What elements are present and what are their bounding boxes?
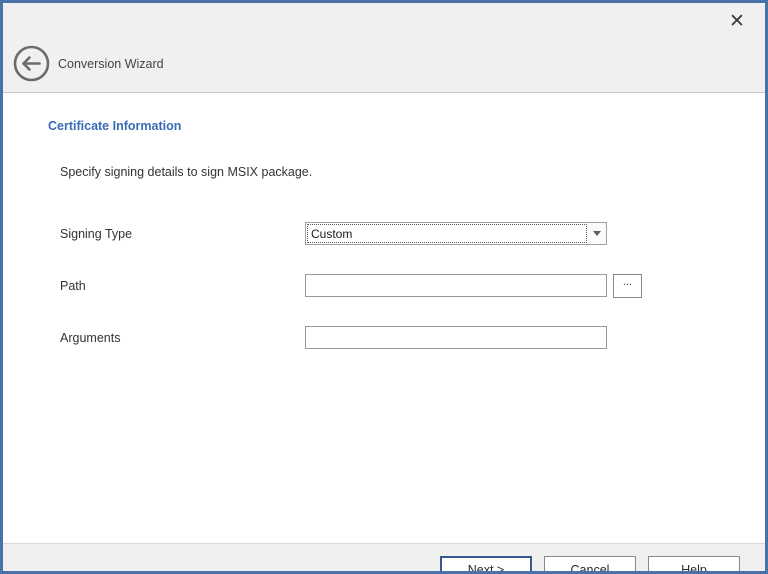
path-input[interactable] [305, 274, 607, 297]
path-label: Path [60, 279, 305, 293]
signing-type-row: Signing Type Custom [60, 222, 720, 245]
back-arrow-icon[interactable] [13, 45, 50, 82]
signing-type-value: Custom [307, 224, 587, 243]
chevron-down-icon[interactable] [587, 223, 606, 244]
next-button[interactable]: Next > [440, 556, 532, 574]
signing-type-label: Signing Type [60, 227, 305, 241]
caret-glyph [593, 231, 601, 236]
arguments-label: Arguments [60, 331, 305, 345]
wizard-page-content: Certificate Information Specify signing … [3, 119, 765, 543]
signing-type-select[interactable]: Custom [305, 222, 607, 245]
help-button[interactable]: Help [648, 556, 740, 574]
wizard-footer: Next > Cancel Help [3, 543, 765, 574]
wizard-header: ✕ Conversion Wizard [3, 3, 765, 93]
path-row: Path ... [60, 274, 720, 297]
close-button[interactable]: ✕ [723, 7, 751, 35]
conversion-wizard-dialog: ✕ Conversion Wizard Certificate Informat… [0, 0, 768, 574]
arguments-row: Arguments [60, 326, 720, 349]
certificate-form: Signing Type Custom Path ... Arguments [60, 222, 720, 349]
cancel-button[interactable]: Cancel [544, 556, 636, 574]
close-icon: ✕ [729, 12, 745, 31]
back-row: Conversion Wizard [13, 45, 164, 82]
page-title: Certificate Information [48, 119, 720, 133]
page-description: Specify signing details to sign MSIX pac… [60, 165, 720, 179]
wizard-title: Conversion Wizard [58, 57, 164, 71]
arguments-input[interactable] [305, 326, 607, 349]
browse-button[interactable]: ... [613, 274, 642, 298]
